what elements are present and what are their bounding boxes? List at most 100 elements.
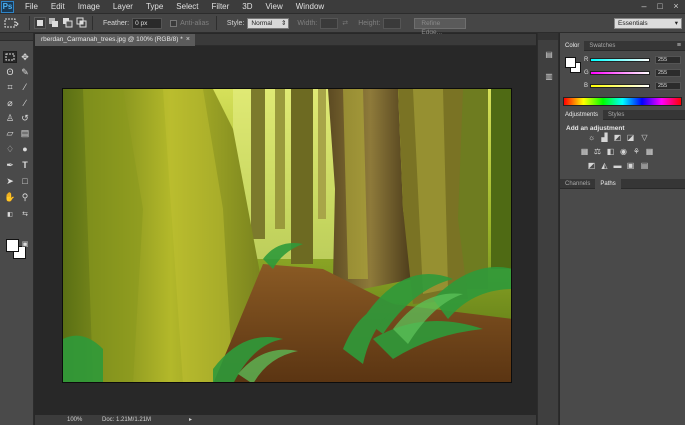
menu-type[interactable]: Type (139, 0, 169, 13)
crop-tool[interactable]: ⌗ (3, 81, 17, 93)
swap-colors-button[interactable]: ⇆ (18, 207, 32, 219)
clone-stamp-tool[interactable]: ♙ (3, 112, 17, 124)
workspace-select[interactable]: Essentials ▾ (614, 18, 682, 29)
menu-window[interactable]: Window (289, 0, 330, 13)
blue-slider[interactable] (590, 84, 650, 88)
menu-edit[interactable]: Edit (44, 0, 71, 13)
brightness-contrast-icon[interactable]: ☼ (587, 133, 596, 142)
lasso-tool[interactable]: ʘ (3, 66, 17, 78)
chevron-right-icon[interactable]: ▸ (189, 415, 192, 425)
intersect-selection-button[interactable] (76, 17, 88, 29)
subtract-from-selection-button[interactable] (62, 17, 74, 29)
height-input[interactable] (383, 17, 402, 29)
anti-alias-checkbox[interactable] (170, 19, 178, 27)
tab-adjustments[interactable]: Adjustments (560, 110, 604, 120)
color-balance-icon[interactable]: ⚖ (593, 147, 602, 156)
menu-filter[interactable]: Filter (205, 0, 236, 13)
photoshop-logo[interactable]: Ps (1, 0, 14, 13)
maximize-button[interactable]: □ (653, 0, 667, 12)
zoom-tool[interactable]: ⚲ (18, 191, 32, 203)
tab-color[interactable]: Color (560, 41, 585, 51)
blur-tool[interactable]: ♢ (3, 143, 17, 155)
eyedropper-tool[interactable]: ⁄ (18, 81, 32, 93)
quick-selection-tool[interactable]: ✎ (18, 66, 32, 78)
eraser-tool[interactable]: ▱ (3, 127, 17, 139)
document-info[interactable]: Doc: 1.21M/1.21M (102, 415, 151, 425)
green-slider[interactable] (590, 71, 650, 75)
pen-tool[interactable]: ✒ (3, 159, 17, 171)
document-canvas-image[interactable] (62, 88, 512, 383)
photo-filter-icon[interactable]: ◉ (619, 147, 628, 156)
swap-icon[interactable]: ⇄ (342, 19, 352, 27)
channel-mixer-icon[interactable]: ⚘ (632, 147, 641, 156)
style-select[interactable]: Normal ⇕ (247, 17, 290, 29)
feather-label: Feather: (103, 19, 130, 27)
color-lookup-icon[interactable]: ▦ (645, 147, 654, 156)
exposure-icon[interactable]: ◪ (626, 133, 635, 142)
type-tool[interactable]: T (18, 159, 32, 171)
document-tab[interactable]: rberdan_Carmanah_trees.jpg @ 100% (RGB/8… (35, 34, 195, 46)
menu-layer[interactable]: Layer (106, 0, 139, 13)
new-selection-button[interactable] (34, 17, 46, 29)
curves-icon[interactable]: ◩ (613, 133, 622, 142)
menu-file[interactable]: File (18, 0, 44, 13)
black-white-icon[interactable]: ◧ (606, 147, 615, 156)
feather-input[interactable]: 0 px (132, 17, 163, 29)
screen-mode-button[interactable]: ▣ (18, 237, 32, 249)
healing-brush-tool[interactable]: ⌀ (3, 97, 17, 109)
selective-color-icon[interactable]: ▣ (626, 161, 635, 170)
refine-edge-button[interactable]: Refine Edge... (414, 17, 467, 36)
vibrance-icon[interactable]: ▽ (640, 133, 649, 142)
color-panel-tabs: Color Swatches ≡ (560, 41, 685, 51)
threshold-icon[interactable]: ▬ (613, 161, 622, 170)
menu-select[interactable]: Select (169, 0, 204, 13)
minimize-button[interactable]: – (637, 0, 651, 12)
right-panels: Color Swatches ≡ R 255 G 255 B 255 Adjus… (560, 33, 685, 425)
divider (92, 16, 93, 30)
hand-icon: ✋ (4, 192, 16, 202)
properties-panel-button[interactable]: ▥ (542, 71, 556, 83)
dock-header[interactable] (538, 33, 558, 40)
brush-tool[interactable]: ∕ (18, 97, 32, 109)
height-label: Height: (358, 19, 381, 27)
default-colors-button[interactable]: ◧ (3, 207, 17, 219)
color-spectrum-bar[interactable] (563, 97, 682, 106)
move-tool[interactable]: ✥ (18, 51, 32, 63)
blue-value[interactable]: 255 (655, 82, 681, 90)
add-to-selection-button[interactable] (48, 17, 60, 29)
rectangle-tool[interactable]: □ (18, 175, 32, 187)
invert-icon[interactable]: ◩ (587, 161, 596, 170)
tab-swatches[interactable]: Swatches (584, 41, 620, 51)
gradient-tool[interactable]: ▤ (18, 127, 32, 139)
width-input[interactable] (320, 17, 339, 29)
history-panel-button[interactable]: ▤ (542, 49, 556, 61)
levels-icon[interactable]: ▟ (600, 133, 609, 142)
path-selection-tool[interactable]: ➤ (3, 175, 17, 187)
gradient-map-icon[interactable]: ▤ (640, 161, 649, 170)
close-button[interactable]: × (669, 0, 683, 12)
foreground-color-swatch[interactable] (6, 239, 19, 252)
tab-paths[interactable]: Paths (595, 179, 621, 189)
tab-styles[interactable]: Styles (603, 110, 629, 120)
zoom-level[interactable]: 100% (67, 415, 82, 425)
menu-image[interactable]: Image (71, 0, 106, 13)
marquee-tool[interactable] (3, 51, 17, 63)
dodge-tool[interactable]: ● (18, 143, 32, 155)
hand-tool[interactable]: ✋ (3, 191, 17, 203)
hue-saturation-icon[interactable]: ▦ (580, 147, 589, 156)
history-brush-tool[interactable]: ↺ (18, 112, 32, 124)
tab-channels[interactable]: Channels (560, 179, 595, 189)
posterize-icon[interactable]: ◭ (600, 161, 609, 170)
tool-preset-picker[interactable] (3, 16, 25, 30)
tools-panel-header[interactable] (0, 33, 33, 41)
panel-menu-icon[interactable]: ≡ (677, 41, 685, 50)
green-value[interactable]: 255 (655, 69, 681, 77)
red-slider[interactable] (590, 58, 650, 62)
color-panel-foreground[interactable] (565, 57, 576, 68)
red-value[interactable]: 255 (655, 56, 681, 64)
menu-3d[interactable]: 3D (235, 0, 258, 13)
document-tab-title: rberdan_Carmanah_trees.jpg @ 100% (RGB/8… (41, 36, 183, 43)
bandage-icon: ⌀ (7, 98, 13, 108)
close-icon[interactable]: × (186, 34, 190, 46)
menu-view[interactable]: View (259, 0, 289, 13)
